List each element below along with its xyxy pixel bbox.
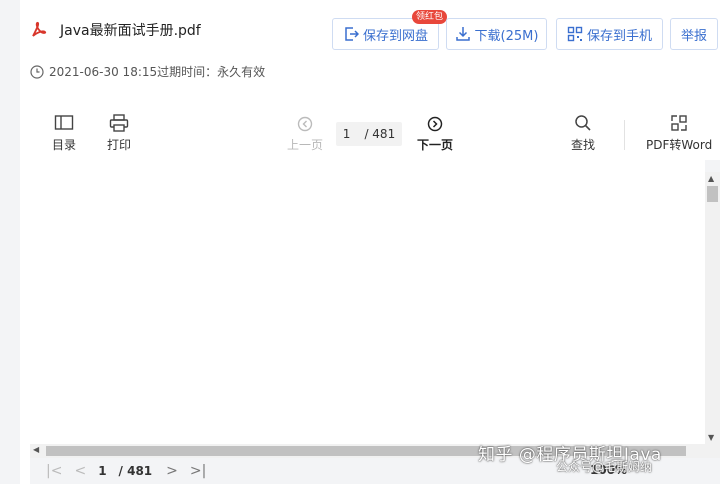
download-icon — [455, 27, 470, 41]
page-indicator[interactable]: 1 / 481 — [336, 122, 402, 146]
viewer-toolbar: 目录 打印 上一页 1 / 481 下一页 查找 PDF转Word — [20, 100, 720, 160]
file-meta-text: 2021-06-30 18:15过期时间：永久有效 — [49, 65, 266, 79]
first-page-icon[interactable]: |< — [46, 463, 62, 479]
document-page[interactable] — [30, 160, 705, 444]
file-header: Java最新面试手册.pdf 2021-06-30 18:15过期时间：永久有效… — [20, 0, 720, 96]
vertical-scrollbar[interactable]: ▲ ▼ — [705, 172, 720, 444]
red-packet-badge[interactable]: 领红包 — [412, 10, 448, 24]
save-to-disk-label: 保存到网盘 — [362, 28, 428, 44]
file-title: Java最新面试手册.pdf — [30, 20, 201, 40]
prev-page-label: 上一页 — [287, 138, 324, 152]
toolbar-divider — [624, 120, 625, 150]
left-gutter — [0, 0, 20, 484]
pdf-icon — [32, 21, 47, 37]
prev-page-icon[interactable]: < — [74, 463, 86, 479]
total-pages: / 481 — [364, 127, 396, 141]
file-meta: 2021-06-30 18:15过期时间：永久有效 — [30, 63, 265, 80]
report-label: 举报 — [680, 28, 707, 44]
save-to-phone-button[interactable]: 保存到手机 — [556, 18, 663, 50]
arrow-right-circle-icon — [427, 116, 443, 132]
search-label: 查找 — [571, 138, 596, 152]
toc-label: 目录 — [52, 138, 77, 152]
bottom-pager: |< < 1 / 481 > >| — [46, 463, 218, 479]
scroll-up-arrow-icon[interactable]: ▲ — [708, 174, 714, 183]
export-icon — [345, 27, 359, 41]
download-button[interactable]: 下载(25M) — [446, 18, 547, 50]
save-to-phone-label: 保存到手机 — [586, 28, 652, 44]
scroll-left-arrow-icon[interactable]: ◀ — [33, 445, 39, 454]
sidebar-icon — [54, 115, 74, 130]
file-name: Java最新面试手册.pdf — [60, 23, 201, 39]
bottom-current-page[interactable]: 1 — [98, 464, 106, 478]
print-label: 打印 — [107, 138, 132, 152]
search-icon — [575, 115, 591, 131]
scroll-down-arrow-icon[interactable]: ▼ — [708, 433, 714, 442]
search-button[interactable]: 查找 — [571, 114, 595, 153]
vertical-scroll-thumb[interactable] — [707, 186, 718, 202]
next-page-button[interactable]: 下一页 — [417, 116, 453, 153]
prev-page-button[interactable]: 上一页 — [287, 116, 323, 153]
toc-button[interactable]: 目录 — [52, 114, 76, 153]
current-page-input[interactable]: 1 — [343, 127, 351, 141]
download-label: 下载(25M) — [474, 28, 539, 44]
pdf-to-word-label: PDF转Word — [646, 138, 713, 152]
bottom-total-pages: / 481 — [118, 464, 153, 478]
arrow-left-circle-icon — [297, 116, 313, 132]
qr-code-icon — [567, 26, 583, 42]
clock-icon — [30, 64, 44, 79]
next-page-label: 下一页 — [417, 138, 454, 152]
pdf-to-word-button[interactable]: PDF转Word — [646, 114, 712, 153]
account-watermark: 公众号@毛斯姆纳 — [556, 460, 653, 474]
next-page-icon[interactable]: > — [166, 463, 178, 479]
printer-icon — [109, 114, 129, 132]
convert-icon — [671, 115, 687, 131]
last-page-icon[interactable]: >| — [190, 463, 206, 479]
print-button[interactable]: 打印 — [107, 114, 131, 153]
report-button[interactable]: 举报 — [670, 18, 718, 50]
